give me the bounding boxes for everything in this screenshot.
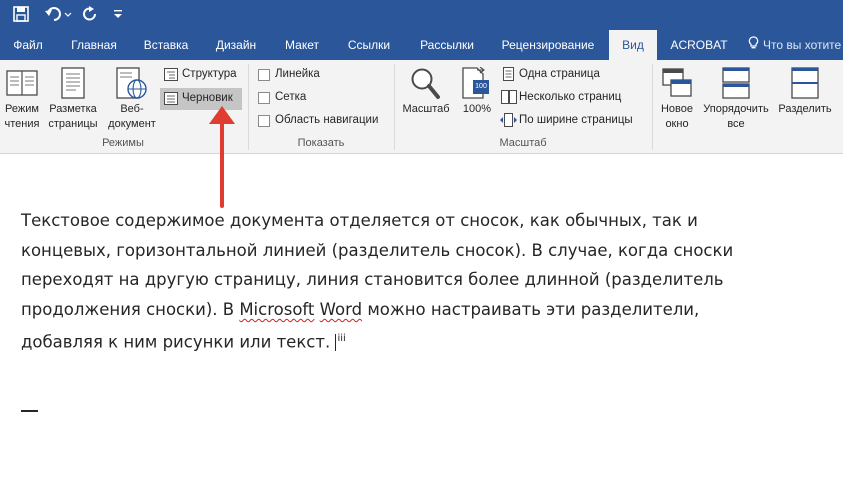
outline-button[interactable]: Структура xyxy=(161,66,241,84)
tell-me-text: Что вы хотите xyxy=(763,38,842,52)
tab-design[interactable]: Дизайн xyxy=(206,30,266,60)
multiple-pages-label: Несколько страниц xyxy=(519,91,622,103)
new-window-label-2: окно xyxy=(665,118,689,130)
ribbon-view: Режим чтения Разметка страницы Веб- доку… xyxy=(0,60,843,154)
web-layout-label-2: документ xyxy=(108,118,156,130)
ruler-checkbox[interactable]: Линейка xyxy=(256,67,376,83)
spellcheck-word-word: Word xyxy=(319,299,363,319)
quick-access-toolbar xyxy=(0,0,843,30)
gridlines-label: Сетка xyxy=(275,91,307,103)
arrange-all-label-2: все xyxy=(727,118,745,130)
annotation-arrow xyxy=(209,106,235,208)
read-mode-icon xyxy=(6,68,38,103)
page-width-button[interactable]: По ширине страницы xyxy=(500,112,646,130)
zoom-icon xyxy=(410,67,440,106)
hundred-icon-text: 100 xyxy=(475,83,487,90)
redo-icon[interactable] xyxy=(80,4,100,24)
zoom-label: Масштаб xyxy=(402,103,450,115)
gridlines-checkbox[interactable]: Сетка xyxy=(256,90,376,106)
tab-acrobat[interactable]: ACROBAT xyxy=(662,30,736,60)
ruler-label: Линейка xyxy=(275,68,320,80)
arrange-all-icon xyxy=(722,67,750,104)
one-page-label: Одна страница xyxy=(519,68,600,80)
footnote-reference[interactable]: iii xyxy=(337,333,345,344)
hundred-percent-label: 100% xyxy=(462,103,492,115)
print-layout-label-2: страницы xyxy=(48,118,98,130)
print-layout-icon xyxy=(61,67,85,104)
gridlines-checkbox-box xyxy=(258,92,270,104)
save-icon[interactable] xyxy=(10,4,32,24)
tab-mailings[interactable]: Рассылки xyxy=(410,30,484,60)
customize-qat-icon[interactable] xyxy=(110,4,126,24)
arrange-all-label-1: Упорядочить xyxy=(703,103,769,115)
hundred-percent-icon: 100 xyxy=(462,66,490,106)
group-separator xyxy=(394,64,395,150)
group-label-zoom: Масштаб xyxy=(499,137,547,149)
multiple-pages-button[interactable]: Несколько страниц xyxy=(500,89,640,107)
tell-me-box[interactable]: Что вы хотите xyxy=(748,30,843,60)
group-label-show: Показать xyxy=(297,137,345,149)
ruler-checkbox-box xyxy=(258,69,270,81)
split-label: Разделить xyxy=(778,103,832,115)
read-mode-label-2: чтения xyxy=(4,118,40,130)
nav-pane-checkbox[interactable]: Область навигации xyxy=(256,113,388,129)
new-window-label-1: Новое xyxy=(660,103,694,115)
tab-insert[interactable]: Вставка xyxy=(134,30,198,60)
lightbulb-icon xyxy=(748,31,759,60)
split-icon xyxy=(791,67,819,104)
tab-home[interactable]: Главная xyxy=(60,30,128,60)
nav-pane-label: Область навигации xyxy=(275,114,379,126)
group-separator xyxy=(248,64,249,150)
tab-references[interactable]: Ссылки xyxy=(338,30,400,60)
web-layout-icon xyxy=(114,67,148,106)
document-text[interactable]: Текстовое содержимое документа отделяетс… xyxy=(21,206,741,357)
print-layout-label-1: Разметка xyxy=(49,103,97,115)
tab-file[interactable]: Файл xyxy=(0,30,56,60)
group-separator xyxy=(652,64,653,150)
new-window-icon xyxy=(662,68,692,103)
draft-icon xyxy=(164,92,178,110)
web-layout-label-1: Веб- xyxy=(120,103,144,115)
read-mode-label-1: Режим xyxy=(5,103,39,115)
footnote-separator xyxy=(21,410,38,412)
spellcheck-word-microsoft: Microsoft xyxy=(239,299,315,319)
multiple-pages-icon xyxy=(501,90,517,109)
undo-icon[interactable] xyxy=(44,4,74,24)
outline-icon xyxy=(164,68,178,86)
one-page-button[interactable]: Одна страница xyxy=(500,66,620,84)
one-page-icon xyxy=(503,67,514,86)
page-width-icon xyxy=(500,113,517,132)
ribbon-tabs: Файл Главная Вставка Дизайн Макет Ссылки… xyxy=(0,30,843,60)
tab-layout[interactable]: Макет xyxy=(274,30,330,60)
outline-label: Структура xyxy=(182,68,237,80)
tab-view[interactable]: Вид xyxy=(609,30,657,60)
tab-review[interactable]: Рецензирование xyxy=(494,30,602,60)
page-width-label: По ширине страницы xyxy=(519,114,633,126)
nav-pane-checkbox-box xyxy=(258,115,270,127)
draft-label: Черновик xyxy=(182,92,233,104)
